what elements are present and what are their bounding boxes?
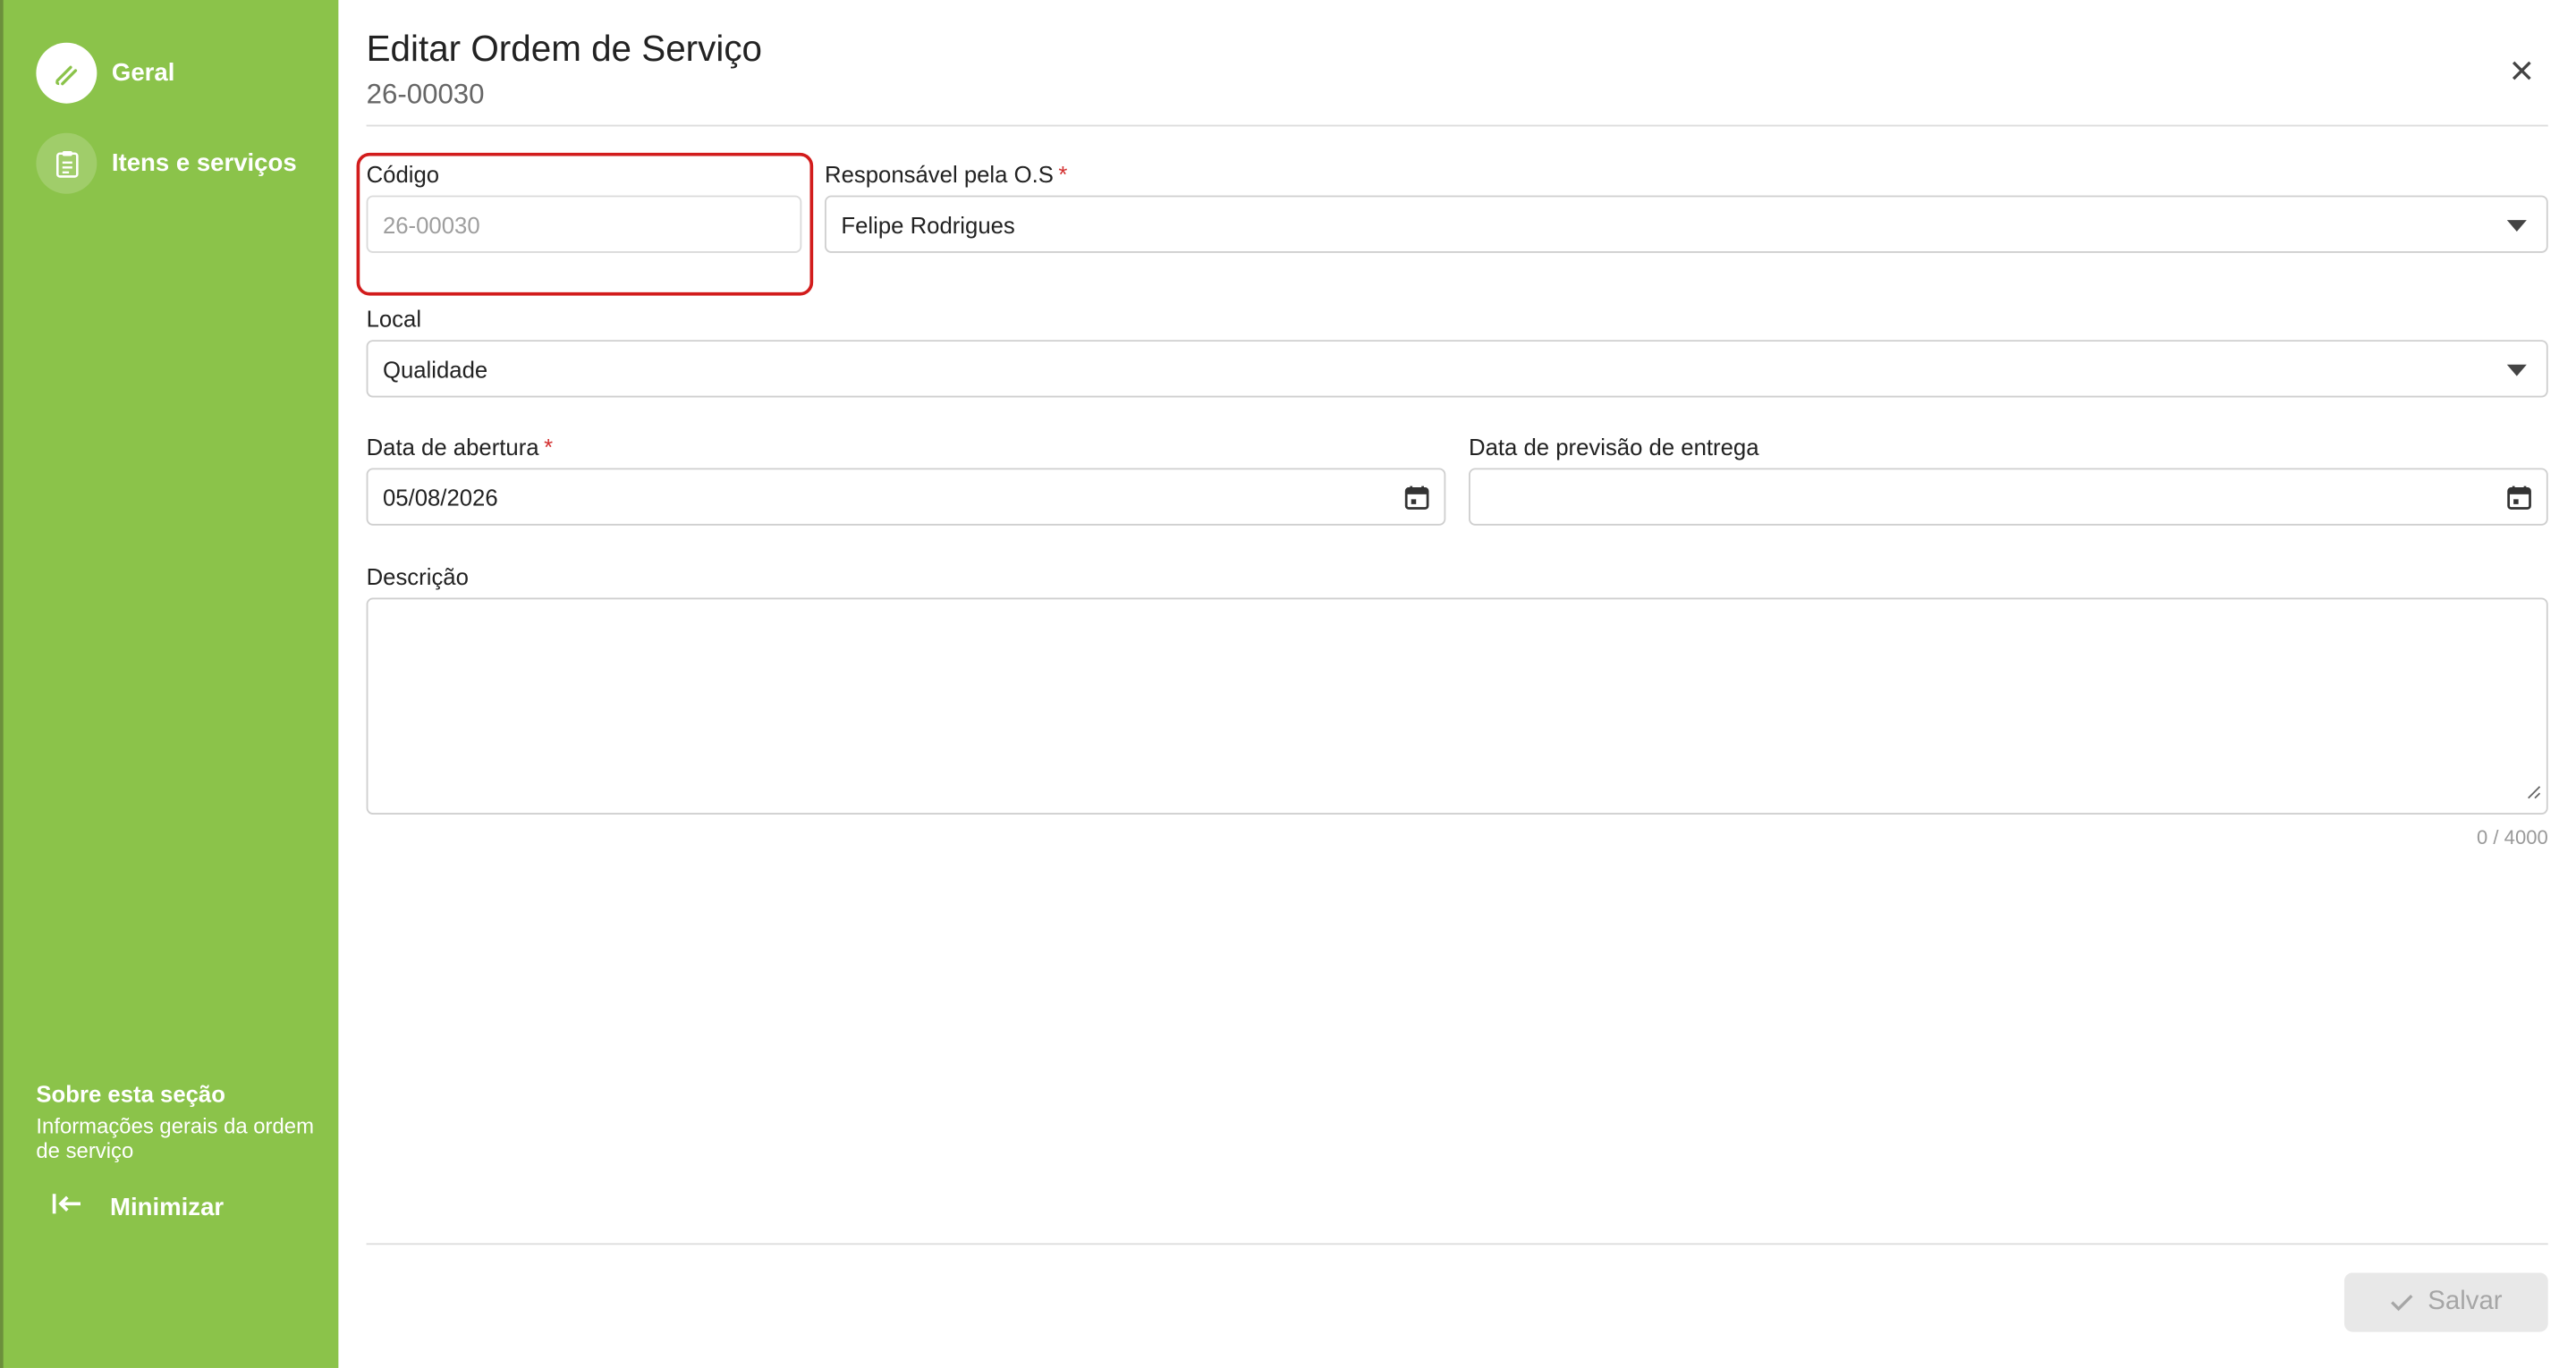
about-section: Sobre esta seção Informações gerais da o…: [36, 1079, 315, 1163]
required-mark: *: [1058, 160, 1068, 188]
data-abertura-label: Data de abertura *: [367, 434, 554, 460]
clipboard-list-icon: [36, 132, 97, 194]
sidebar-item-label: Geral: [111, 59, 175, 88]
page-title: Editar Ordem de Serviço: [366, 28, 762, 70]
responsavel-label-text: Responsável pela O.S: [825, 160, 1054, 188]
sidebar-edge: [0, 0, 4, 1368]
chevron-down-icon: [2506, 220, 2527, 232]
descricao-label: Descrição: [366, 562, 469, 590]
edit-pen-icon: [36, 42, 97, 104]
about-text: Informações gerais da ordem de serviço: [36, 1113, 314, 1163]
header-divider: [366, 124, 2548, 127]
check-icon: [2390, 1294, 2413, 1312]
resize-handle-icon[interactable]: [2527, 779, 2542, 808]
sidebar: Geral Itens e serviços Sobre esta seção …: [0, 0, 339, 1368]
chevron-down-icon: [2506, 364, 2527, 376]
page-subtitle: 26-00030: [366, 79, 485, 111]
local-select[interactable]: Qualidade: [366, 340, 2548, 398]
minimize-button[interactable]: Minimizar: [51, 1192, 224, 1223]
highlight-box: [356, 152, 814, 296]
sidebar-item-label: Itens e serviços: [111, 149, 297, 178]
collapse-arrow-icon: [51, 1192, 84, 1223]
data-previsao-input[interactable]: [1469, 468, 2548, 526]
local-value: Qualidade: [382, 355, 488, 383]
responsavel-value: Felipe Rodrigues: [841, 211, 1015, 238]
sidebar-item-itens-servicos[interactable]: Itens e serviços: [36, 132, 297, 194]
save-label: Salvar: [2428, 1287, 2503, 1316]
character-counter: 0 / 4000: [2477, 825, 2548, 849]
close-icon: [2512, 61, 2531, 80]
responsavel-select[interactable]: Felipe Rodrigues: [825, 195, 2548, 253]
data-previsao-label: Data de previsão de entrega: [1469, 433, 1759, 460]
data-abertura-input[interactable]: 05/08/2026: [366, 468, 1446, 526]
edit-form-panel: Editar Ordem de Serviço 26-00030 Código …: [356, 0, 2548, 1368]
calendar-icon[interactable]: [1404, 485, 1429, 516]
responsavel-label: Responsável pela O.S *: [825, 161, 1067, 187]
calendar-icon[interactable]: [2507, 485, 2532, 516]
local-label: Local: [366, 305, 422, 333]
footer-divider: [366, 1243, 2548, 1246]
data-abertura-label-text: Data de abertura: [366, 433, 539, 460]
save-button[interactable]: Salvar: [2343, 1272, 2548, 1332]
required-mark: *: [544, 433, 554, 460]
sidebar-item-geral[interactable]: Geral: [36, 42, 175, 104]
descricao-textarea[interactable]: [366, 597, 2548, 815]
about-title: Sobre esta seção: [36, 1080, 225, 1107]
data-abertura-value: 05/08/2026: [382, 483, 498, 511]
minimize-label: Minimizar: [110, 1194, 225, 1222]
close-button[interactable]: [2497, 46, 2546, 95]
